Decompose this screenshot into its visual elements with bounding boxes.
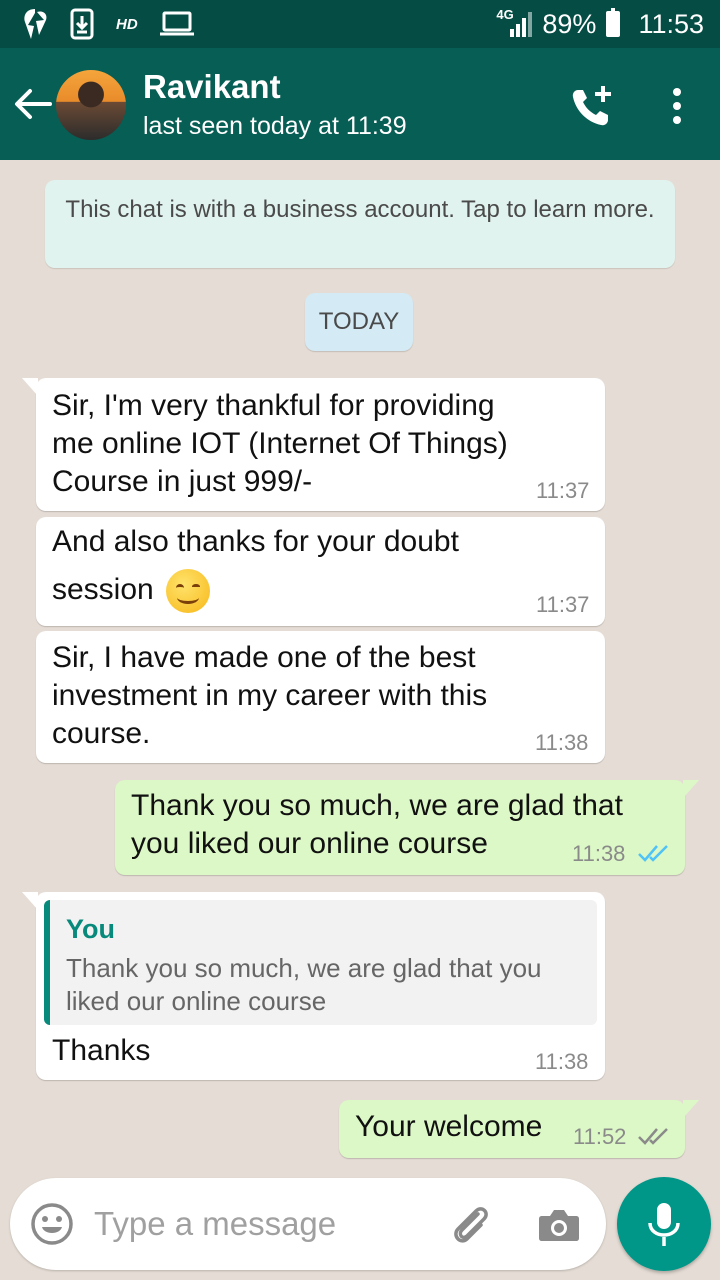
message-time: 11:38 — [572, 841, 626, 866]
message-text: Sir, I have made one of the best investm… — [52, 639, 487, 753]
quoted-text: Thank you so much, we are glad that you … — [66, 953, 542, 1016]
message-input[interactable] — [94, 1194, 434, 1254]
message-compose-bar — [10, 1178, 606, 1270]
more-vert-icon[interactable] — [662, 84, 692, 128]
bubble-tail — [683, 780, 699, 798]
outgoing-message[interactable]: Your welcome 11:52 — [339, 1100, 699, 1158]
bubble-tail — [683, 1100, 699, 1118]
battery-icon — [606, 8, 621, 37]
avatar[interactable] — [56, 70, 126, 140]
message-line: Course in just 999/- — [52, 465, 313, 498]
hd-indicator: HD — [116, 15, 138, 33]
message-text: And also thanks for your doubt session — [52, 523, 459, 613]
incoming-message[interactable]: And also thanks for your doubt session 1… — [36, 517, 605, 626]
business-account-notice[interactable]: This chat is with a business account. Ta… — [45, 180, 675, 268]
battery-percent: 89% — [542, 8, 597, 39]
emoji-icon[interactable] — [30, 1202, 74, 1246]
clock: 11:53 — [638, 8, 704, 39]
message-line: investment in my career with this — [52, 679, 488, 712]
message-line: Your welcome — [355, 1110, 543, 1143]
incoming-message[interactable]: Sir, I have made one of the best investm… — [36, 631, 605, 763]
message-line: Sir, I have made one of the best — [52, 641, 476, 674]
bubble-tail — [22, 378, 38, 396]
incoming-reply-message[interactable]: You Thank you so much, we are glad that … — [22, 892, 605, 1080]
contact-name[interactable]: Ravikant — [143, 68, 281, 106]
date-divider: TODAY — [305, 293, 413, 351]
laptop-icon — [159, 11, 194, 36]
message-line: you liked our online course — [131, 827, 488, 860]
quoted-message[interactable]: You Thank you so much, we are glad that … — [44, 900, 597, 1025]
mic-icon — [648, 1203, 680, 1246]
signal-icon: 4G — [496, 7, 533, 39]
message-time: 11:37 — [536, 478, 590, 503]
camera-icon[interactable] — [536, 1202, 582, 1248]
message-line: session — [52, 572, 154, 606]
outgoing-message[interactable]: Thank you so much, we are glad that you … — [115, 780, 699, 875]
message-line: Thanks — [52, 1034, 151, 1067]
last-seen-status: last seen today at 11:39 — [143, 112, 407, 140]
message-line-wrap: session — [52, 569, 459, 613]
message-time: 11:38 — [535, 730, 589, 755]
message-line: course. — [52, 717, 151, 750]
message-text: Thank you so much, we are glad that you … — [131, 787, 623, 863]
message-text: Sir, I'm very thankful for providing me … — [52, 387, 508, 501]
chat-header: Ravikant last seen today at 11:39 — [0, 48, 720, 160]
message-time: 11:37 — [536, 592, 590, 617]
message-time: 11:52 — [573, 1124, 627, 1149]
attach-icon[interactable] — [448, 1202, 494, 1248]
business-notice-text: This chat is with a business account. Ta… — [65, 196, 655, 223]
bubble-tail — [22, 892, 38, 910]
read-receipt-icon — [638, 845, 668, 862]
status-bar: HD 4G 89% 11:53 — [0, 0, 720, 48]
incoming-message[interactable]: Sir, I'm very thankful for providing me … — [22, 378, 605, 511]
message-line: And also thanks for your doubt — [52, 525, 459, 558]
voice-record-button[interactable] — [617, 1177, 711, 1271]
message-line: me online IOT (Internet Of Things) — [52, 427, 508, 460]
app-notification-icon — [24, 9, 47, 39]
message-line: Sir, I'm very thankful for providing — [52, 389, 495, 422]
delivered-receipt-icon — [638, 1128, 668, 1145]
quoted-author: You — [66, 914, 115, 944]
download-icon — [70, 8, 94, 40]
chat-area[interactable]: This chat is with a business account. Ta… — [0, 160, 720, 1174]
message-time: 11:38 — [535, 1049, 589, 1074]
smiling-face-emoji-icon — [166, 569, 211, 613]
back-arrow-icon[interactable] — [10, 82, 54, 126]
add-call-icon[interactable] — [566, 82, 616, 132]
message-line: Thank you so much, we are glad that — [131, 789, 623, 822]
